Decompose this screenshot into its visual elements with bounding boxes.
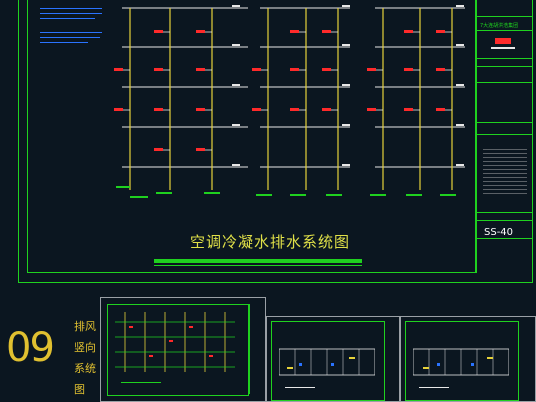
thumbnail-1-diagram bbox=[115, 312, 235, 372]
floor-markers bbox=[232, 5, 464, 166]
thumbnail-sheet-2[interactable] bbox=[266, 316, 400, 402]
sheet-number: SS-40 bbox=[484, 227, 514, 238]
company-name: 7大连胡洪浩集团 bbox=[480, 23, 519, 29]
stamp-area bbox=[489, 34, 519, 52]
title-underline-thick bbox=[154, 259, 362, 263]
thumbnail-3-floorplan bbox=[413, 348, 509, 376]
drawing-title: 空调冷凝水排水系统图 bbox=[190, 233, 351, 251]
riser-diagram bbox=[114, 5, 465, 198]
riser-pipes bbox=[129, 8, 453, 190]
thumbnail-sheet-3[interactable] bbox=[400, 316, 536, 402]
valve-tags bbox=[114, 30, 445, 151]
vertical-label-3: 系统 bbox=[74, 362, 96, 375]
thumbnail-2-floorplan bbox=[279, 348, 375, 376]
riser-base-labels bbox=[116, 186, 456, 198]
thumbnail-sheet-1[interactable] bbox=[100, 297, 266, 402]
notes-text-block bbox=[483, 146, 527, 196]
page-number: 09 bbox=[6, 325, 55, 371]
vertical-label-4: 图 bbox=[74, 383, 85, 396]
vertical-label-2: 竖向 bbox=[74, 341, 96, 354]
title-underline-thin bbox=[154, 265, 362, 266]
vertical-label-1: 排风 bbox=[74, 320, 96, 333]
